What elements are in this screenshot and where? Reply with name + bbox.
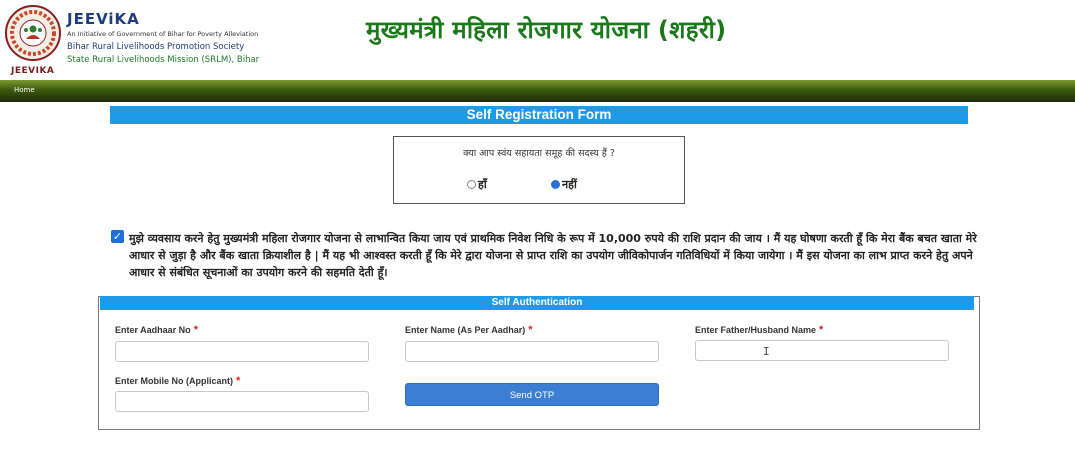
father-name-input[interactable] — [695, 340, 949, 361]
name-label-text: Enter Name (As Per Aadhar) — [405, 325, 526, 335]
shg-question: क्या आप स्वंय सहायता समूह की सदस्य हैं ? — [463, 148, 615, 159]
auth-title: Self Authentication — [491, 297, 583, 308]
required-mark: * — [528, 324, 533, 336]
aadhaar-label: Enter Aadhaar No * — [115, 324, 198, 336]
name-label: Enter Name (As Per Aadhar) * — [405, 324, 533, 336]
mobile-label: Enter Mobile No (Applicant) * — [115, 375, 240, 387]
aadhaar-input[interactable] — [115, 341, 369, 362]
shg-option-no-label: नहीं — [562, 178, 577, 191]
required-mark: * — [819, 324, 824, 336]
mobile-input[interactable] — [115, 391, 369, 412]
org-society: Bihar Rural Livelihoods Promotion Societ… — [67, 42, 245, 52]
name-input[interactable] — [405, 341, 659, 362]
form-title-banner: Self Registration Form — [110, 106, 968, 124]
scheme-title: मुख्यमंत्री महिला रोजगार योजना (शहरी) — [366, 16, 727, 44]
shg-question-box: क्या आप स्वंय सहायता समूह की सदस्य हैं ?… — [393, 136, 685, 204]
aadhaar-label-text: Enter Aadhaar No — [115, 325, 191, 335]
radio-no-icon[interactable] — [551, 180, 560, 189]
consent-text: मुझे व्यवसाय करने हेतु मुख्यमंत्री महिला… — [129, 232, 977, 279]
nav-bar — [0, 80, 1075, 102]
auth-title-bar: Self Authentication — [100, 296, 974, 310]
required-mark: * — [236, 375, 241, 387]
org-mission: State Rural Livelihoods Mission (SRLM), … — [67, 55, 260, 65]
checkbox-checked-icon: ✓ — [112, 230, 123, 243]
jeevika-logo-icon — [4, 3, 62, 75]
send-otp-button[interactable]: Send OTP — [405, 383, 659, 406]
consent-checkbox[interactable]: ✓ — [111, 230, 124, 243]
org-tagline: An Initiative of Government of Bihar for… — [67, 30, 259, 38]
form-title: Self Registration Form — [466, 107, 612, 122]
mobile-label-text: Enter Mobile No (Applicant) — [115, 376, 233, 386]
text-cursor-icon: I — [763, 345, 770, 358]
father-label-text: Enter Father/Husband Name — [695, 325, 817, 335]
radio-yes-icon[interactable] — [467, 180, 476, 189]
required-mark: * — [193, 324, 198, 336]
shg-option-yes-label: हाँ — [478, 178, 487, 191]
shg-option-no[interactable]: नहीं — [551, 177, 577, 192]
shg-option-yes[interactable]: हाँ — [467, 177, 487, 192]
father-label: Enter Father/Husband Name * — [695, 324, 823, 336]
org-name: JEEViKA — [67, 10, 140, 28]
nav-home-link[interactable]: Home — [14, 86, 35, 94]
logo-caption: JEEVIKA — [11, 66, 55, 76]
